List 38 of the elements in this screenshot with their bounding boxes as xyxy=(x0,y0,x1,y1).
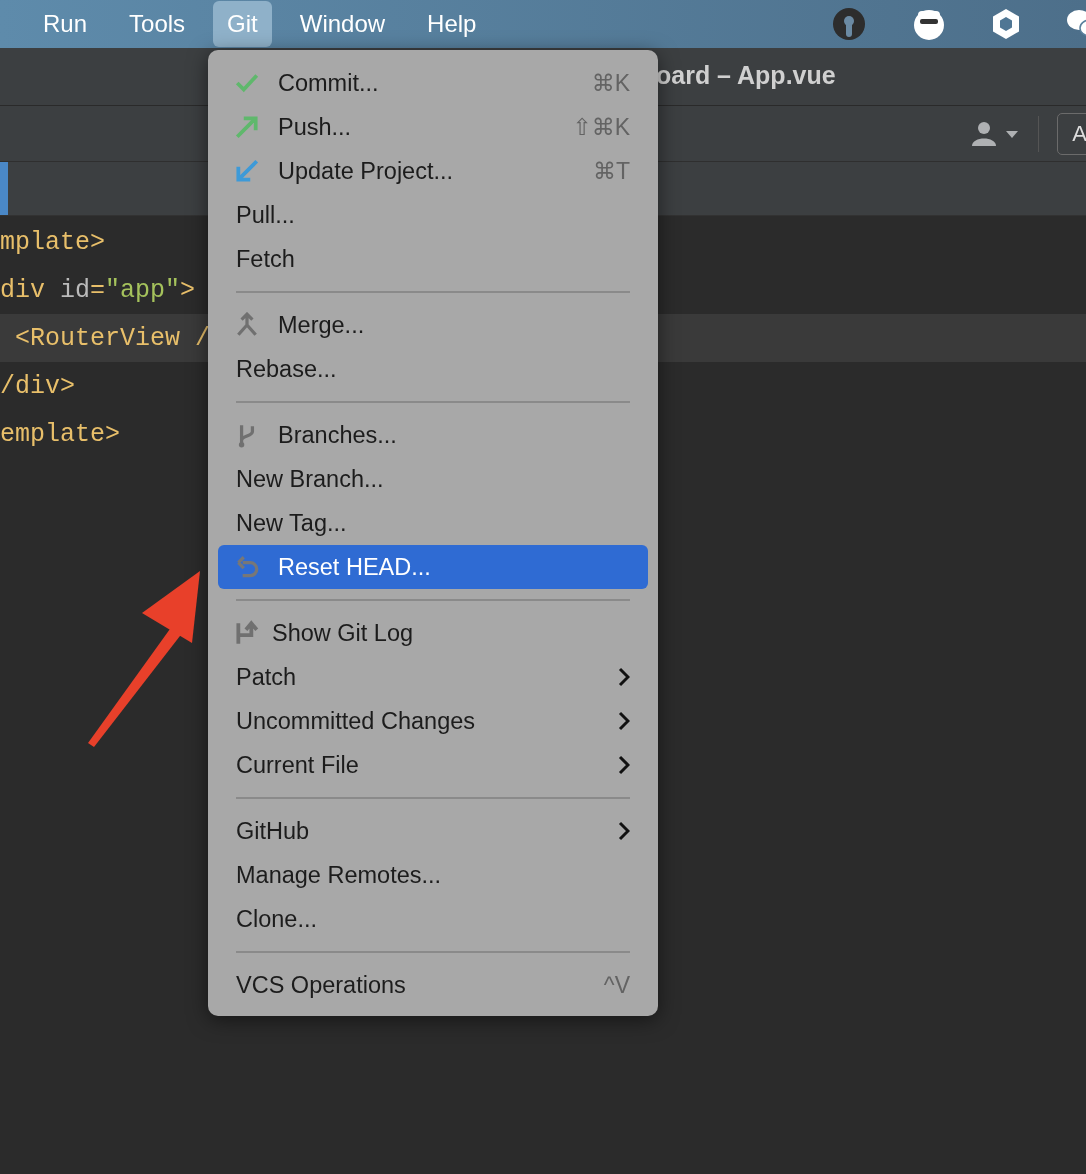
menu-item[interactable]: Pull... xyxy=(218,193,648,237)
arrow-up-right-icon xyxy=(234,114,260,140)
arrow-down-left-icon xyxy=(234,158,260,184)
git-log-icon xyxy=(234,620,260,646)
menu-item[interactable]: Update Project... ⌘T xyxy=(218,149,648,193)
menu-bar-item[interactable]: Help xyxy=(413,1,491,47)
menu-bar-item[interactable]: Run xyxy=(29,1,102,47)
menu-item[interactable]: Uncommitted Changes xyxy=(218,699,648,743)
menu-item[interactable]: Patch xyxy=(218,655,648,699)
keyhole-icon[interactable] xyxy=(832,7,866,41)
hexagon-icon[interactable] xyxy=(992,8,1020,40)
code-line: emplate> xyxy=(0,419,121,449)
menu-item[interactable]: GitHub xyxy=(218,809,648,853)
active-tab-indicator xyxy=(0,162,8,215)
menu-item[interactable]: New Tag... xyxy=(218,501,648,545)
code-line: /div> xyxy=(0,371,75,401)
menu-item[interactable]: New Branch... xyxy=(218,457,648,501)
code-line: <RouterView / xyxy=(14,323,211,353)
menu-item[interactable]: Merge... xyxy=(218,303,648,347)
menu-item[interactable]: Clone... xyxy=(218,897,648,941)
menu-bar-item[interactable]: Tools xyxy=(115,1,200,47)
window-title: oard – App.vue xyxy=(656,61,836,90)
menu-item[interactable]: Rebase... xyxy=(218,347,648,391)
menu-item[interactable]: Show Git Log xyxy=(218,611,648,655)
menu-bar-item[interactable]: Window xyxy=(285,1,400,47)
user-dropdown-icon[interactable] xyxy=(970,119,1021,148)
code-line: mplate> xyxy=(0,227,106,257)
menu-item[interactable]: Branches... xyxy=(218,413,648,457)
code-line: div id="app"> xyxy=(0,275,196,305)
menu-item[interactable]: Commit... ⌘K xyxy=(218,61,648,105)
menu-item[interactable]: Push... ⇧⌘K xyxy=(218,105,648,149)
menu-item[interactable]: Reset HEAD... xyxy=(218,545,648,589)
undo-icon xyxy=(234,554,260,580)
menu-item[interactable]: Fetch xyxy=(218,237,648,281)
menu-item[interactable]: Manage Remotes... xyxy=(218,853,648,897)
menu-item[interactable]: Current File xyxy=(218,743,648,787)
menu-item[interactable]: VCS Operations ^V xyxy=(218,963,648,1007)
merge-icon xyxy=(234,312,260,338)
